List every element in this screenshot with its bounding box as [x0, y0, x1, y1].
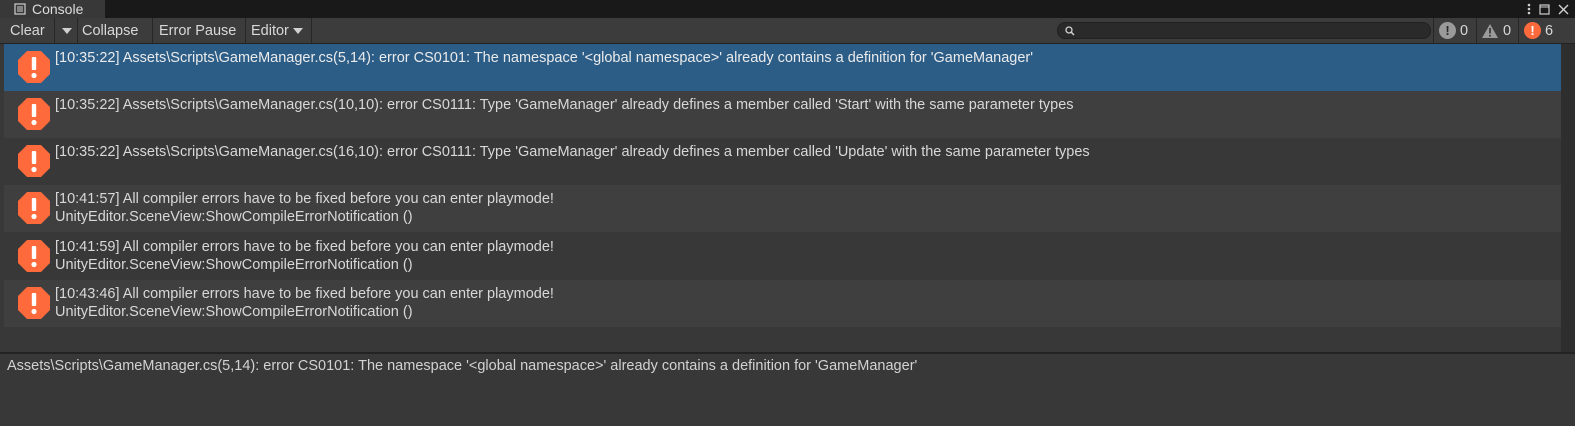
- log-message-line: [10:35:22] Assets\Scripts\GameManager.cs…: [55, 97, 1074, 113]
- info-icon: !: [1439, 22, 1456, 39]
- warning-filter-toggle[interactable]: 0: [1481, 18, 1511, 43]
- log-message-line: [10:35:22] Assets\Scripts\GameManager.cs…: [55, 50, 1034, 66]
- toolbar-divider: [77, 18, 78, 43]
- log-list: [10:35:22] Assets\Scripts\GameManager.cs…: [4, 44, 1561, 328]
- log-message-line: [10:35:22] Assets\Scripts\GameManager.cs…: [55, 144, 1090, 160]
- editor-dropdown[interactable]: Editor: [251, 18, 303, 43]
- details-text[interactable]: Assets\Scripts\GameManager.cs(5,14): err…: [7, 358, 917, 374]
- log-stack-line: UnityEditor.SceneView:ShowCompileErrorNo…: [55, 304, 413, 320]
- error-pause-button[interactable]: Error Pause: [159, 18, 236, 43]
- editor-dropdown-label: Editor: [251, 22, 289, 39]
- details-panel: Assets\Scripts\GameManager.cs(5,14): err…: [0, 354, 1575, 426]
- chevron-down-icon: [292, 27, 303, 34]
- log-entry[interactable]: [10:35:22] Assets\Scripts\GameManager.cs…: [4, 138, 1561, 185]
- error-filter-toggle[interactable]: ! 6: [1524, 18, 1553, 43]
- error-icon: [17, 239, 51, 273]
- log-message: [10:41:59] All compiler errors have to b…: [55, 238, 554, 274]
- log-message: [10:35:22] Assets\Scripts\GameManager.cs…: [55, 96, 1074, 114]
- log-stack-line: UnityEditor.SceneView:ShowCompileErrorNo…: [55, 209, 413, 225]
- log-entry[interactable]: [10:43:46] All compiler errors have to b…: [4, 280, 1561, 327]
- tab-console-label: Console: [32, 1, 84, 17]
- warning-count: 0: [1503, 22, 1512, 39]
- info-filter-toggle[interactable]: ! 0: [1439, 18, 1468, 43]
- error-icon: !: [1524, 22, 1541, 39]
- log-message: [10:35:22] Assets\Scripts\GameManager.cs…: [55, 49, 1033, 67]
- log-message: [10:41:57] All compiler errors have to b…: [55, 190, 554, 226]
- error-icon: [17, 191, 51, 225]
- toolbar-divider: [54, 18, 55, 43]
- maximize-icon[interactable]: [1539, 0, 1550, 18]
- error-icon: [17, 144, 51, 178]
- toolbar-divider: [1433, 18, 1434, 43]
- log-message: [10:35:22] Assets\Scripts\GameManager.cs…: [55, 143, 1090, 161]
- chevron-down-icon: [62, 27, 72, 34]
- console-toolbar: Clear Collapse Error Pause Editor ! 0 0 …: [0, 18, 1575, 44]
- log-message-line: [10:41:57] All compiler errors have to b…: [55, 191, 554, 207]
- toolbar-divider: [1518, 18, 1519, 43]
- more-vertical-icon[interactable]: [1527, 0, 1531, 18]
- log-entry[interactable]: [10:41:57] All compiler errors have to b…: [4, 185, 1561, 232]
- search-icon: [1064, 25, 1076, 37]
- window-title-bar: Console: [0, 0, 1575, 18]
- log-entry[interactable]: [10:35:22] Assets\Scripts\GameManager.cs…: [4, 91, 1561, 138]
- log-message-line: [10:41:59] All compiler errors have to b…: [55, 239, 554, 255]
- log-entry[interactable]: [10:35:22] Assets\Scripts\GameManager.cs…: [4, 44, 1561, 91]
- info-count: 0: [1460, 22, 1469, 39]
- tab-console[interactable]: Console: [0, 0, 105, 18]
- log-message: [10:43:46] All compiler errors have to b…: [55, 285, 554, 321]
- collapse-button[interactable]: Collapse: [82, 18, 138, 43]
- toolbar-divider: [152, 18, 153, 43]
- error-icon: [17, 50, 51, 84]
- toolbar-divider: [311, 18, 312, 43]
- warning-icon: [1481, 23, 1499, 39]
- error-icon: [17, 286, 51, 320]
- toolbar-divider: [1476, 18, 1477, 43]
- log-message-line: [10:43:46] All compiler errors have to b…: [55, 286, 554, 302]
- search-input[interactable]: [1057, 22, 1431, 39]
- toolbar-divider: [245, 18, 246, 43]
- log-stack-line: UnityEditor.SceneView:ShowCompileErrorNo…: [55, 257, 413, 273]
- log-list-scrollbar[interactable]: [1561, 44, 1575, 353]
- log-list-empty-area: [0, 328, 1561, 352]
- console-list-icon: [14, 3, 26, 15]
- error-icon: [17, 97, 51, 131]
- close-icon[interactable]: [1558, 0, 1569, 18]
- log-entry[interactable]: [10:41:59] All compiler errors have to b…: [4, 233, 1561, 280]
- clear-button[interactable]: Clear: [10, 18, 45, 43]
- clear-options-dropdown[interactable]: [58, 18, 76, 43]
- error-count: 6: [1545, 22, 1554, 39]
